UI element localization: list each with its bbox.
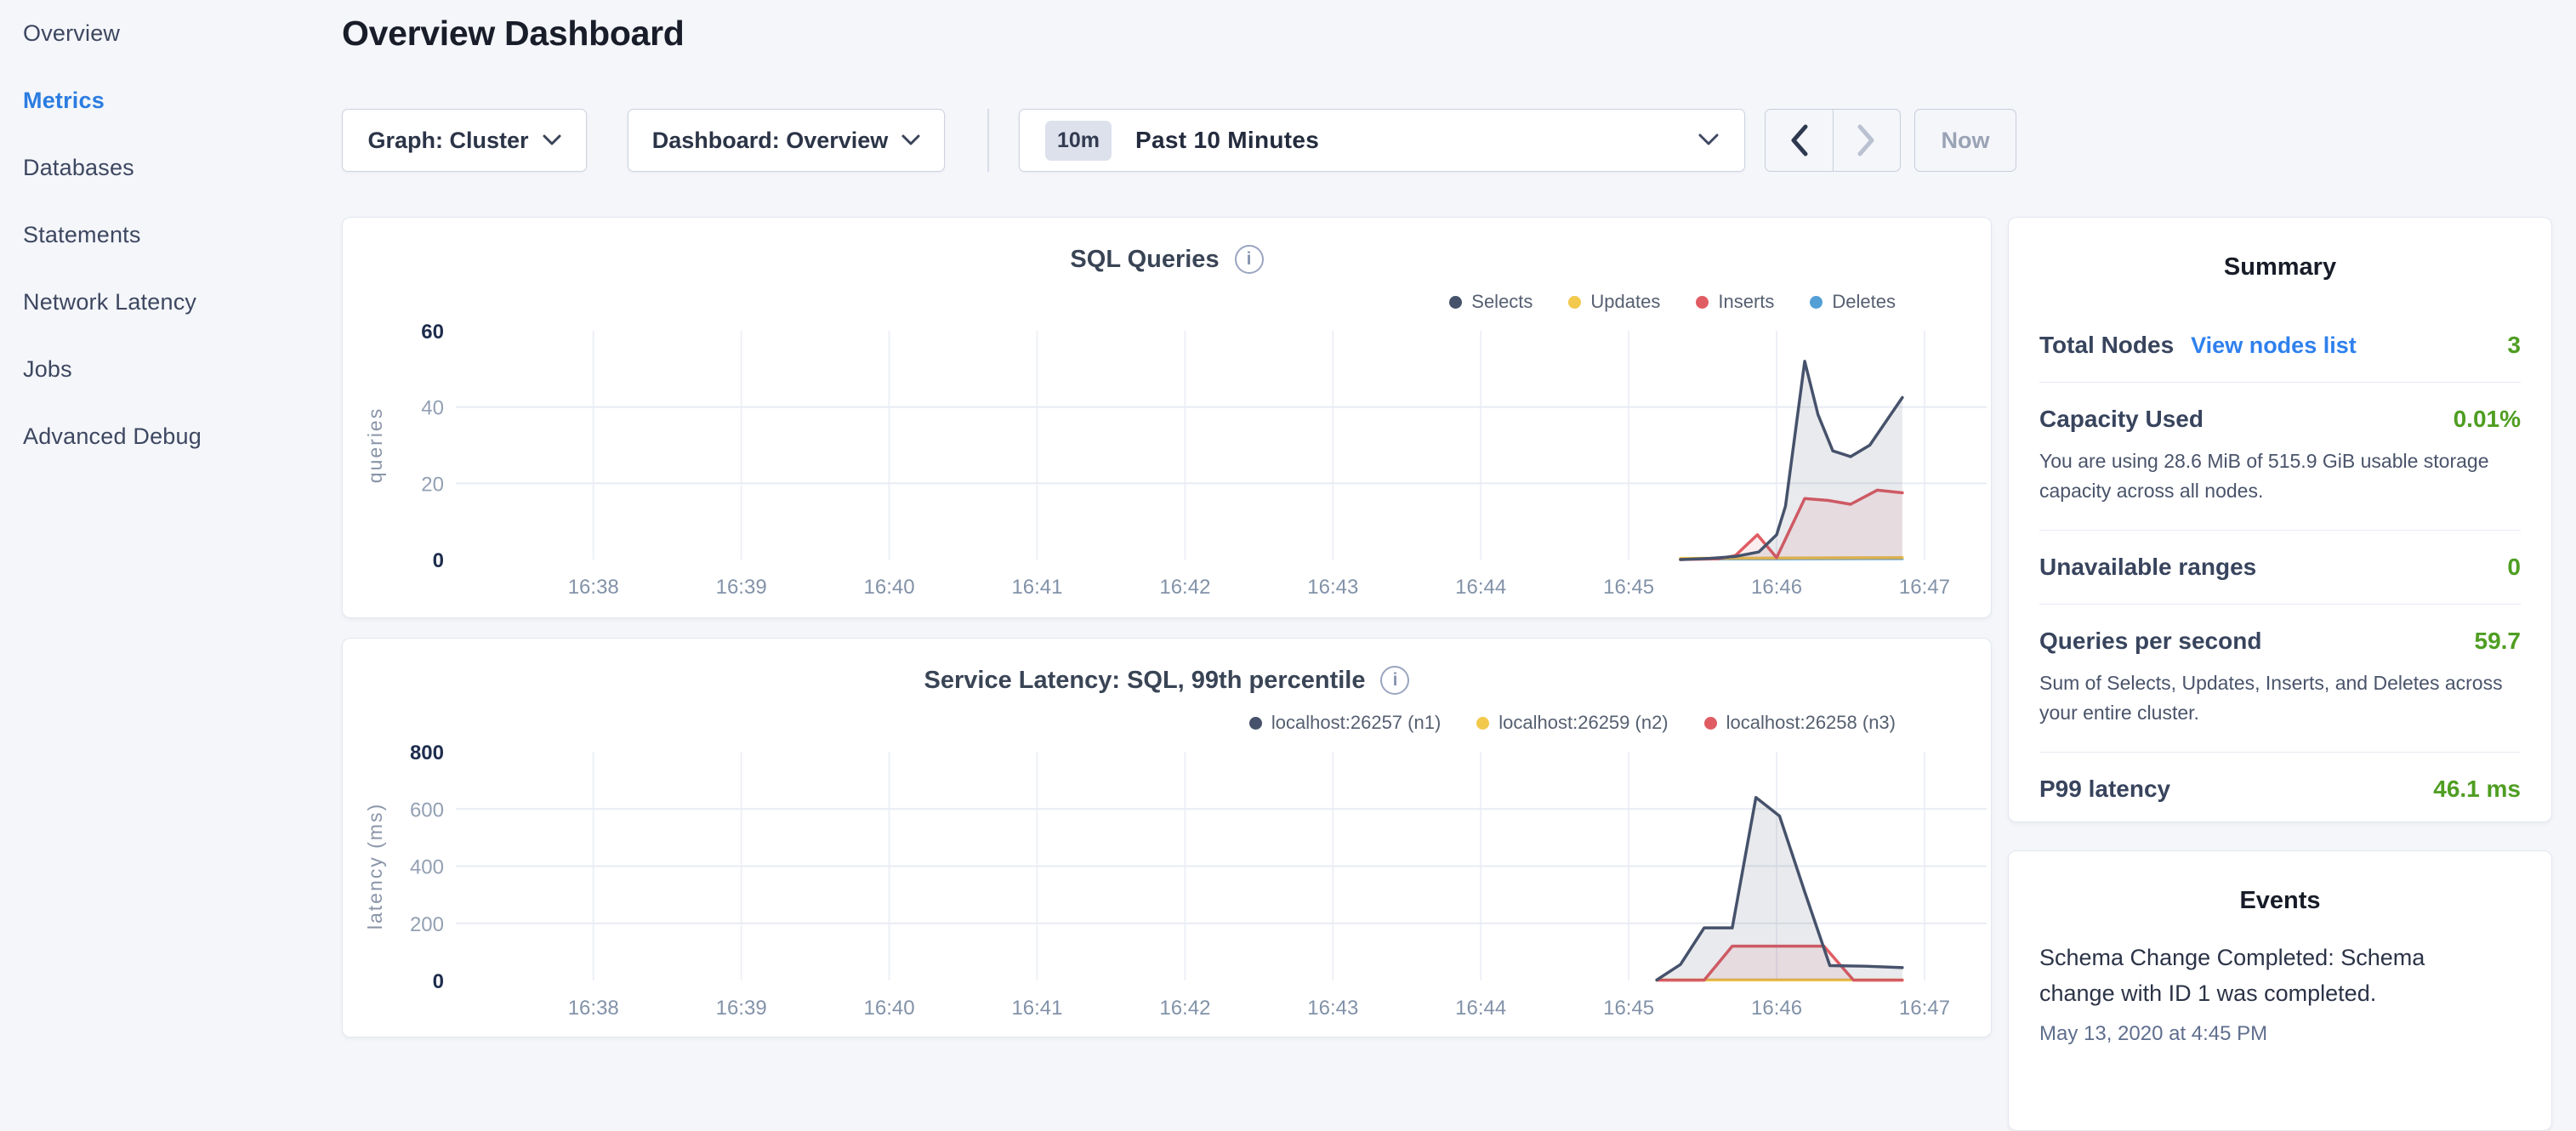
sidebar-item-overview[interactable]: Overview (0, 0, 337, 67)
view-nodes-link[interactable]: View nodes list (2191, 332, 2357, 359)
svg-text:16:44: 16:44 (1455, 997, 1506, 1020)
summary-row: Queries per second 59.7 Sum of Selects, Up… (2039, 605, 2521, 753)
summary-row-value: 0.01% (2454, 406, 2521, 433)
summary-row-label: Unavailable ranges (2039, 554, 2256, 581)
svg-text:200: 200 (410, 913, 444, 936)
svg-text:16:40: 16:40 (864, 997, 915, 1020)
dashboard-dropdown-label: Dashboard: Overview (652, 128, 889, 154)
svg-text:16:47: 16:47 (1899, 576, 1950, 599)
chevron-down-icon (901, 134, 920, 146)
svg-text:16:45: 16:45 (1603, 576, 1654, 599)
svg-text:16:46: 16:46 (1751, 997, 1802, 1020)
chevron-right-icon (1856, 123, 1878, 157)
time-range-label: Past 10 Minutes (1135, 127, 1319, 154)
svg-text:queries: queries (364, 407, 386, 483)
sidebar-item-metrics[interactable]: Metrics (0, 67, 337, 134)
events-card: Events Schema Change Completed: Schema c… (2008, 850, 2552, 1131)
svg-text:16:42: 16:42 (1159, 997, 1210, 1020)
next-time-button[interactable] (1833, 110, 1901, 171)
prev-time-button[interactable] (1766, 110, 1833, 171)
sidebar-item-advanced-debug[interactable]: Advanced Debug (0, 403, 337, 470)
sidebar-item-jobs[interactable]: Jobs (0, 336, 337, 403)
now-button[interactable]: Now (1914, 109, 2016, 172)
sidebar-item-network-latency[interactable]: Network Latency (0, 269, 337, 336)
svg-text:16:41: 16:41 (1011, 997, 1062, 1020)
svg-text:16:40: 16:40 (864, 576, 915, 599)
chevron-left-icon (1788, 123, 1810, 157)
sidebar-nav: OverviewMetricsDatabasesStatementsNetwor… (0, 0, 337, 470)
svg-text:800: 800 (410, 742, 444, 764)
summary-rows: Total Nodes View nodes list 3 Capacity Used… (2039, 309, 2521, 826)
summary-row: Unavailable ranges 0 (2039, 531, 2521, 605)
chart-plot-area[interactable]: 16:38 16:39 16:40 16:41 16:42 16:43 16:44 16:45… (343, 639, 1993, 1038)
sidebar-item-statements[interactable]: Statements (0, 202, 337, 269)
svg-text:16:38: 16:38 (568, 997, 619, 1020)
svg-text:60: 60 (421, 321, 444, 344)
chevron-down-icon (543, 134, 561, 146)
svg-text:16:45: 16:45 (1603, 997, 1654, 1020)
summary-row-description: Sum of Selects, Updates, Inserts, and De… (2039, 668, 2521, 727)
sidebar-item-databases[interactable]: Databases (0, 134, 337, 202)
summary-row-value: 46.1 ms (2433, 776, 2521, 803)
summary-row-description: You are using 28.6 MiB of 515.9 GiB usab… (2039, 446, 2521, 505)
time-step-buttons (1765, 109, 1901, 172)
time-range-badge: 10m (1045, 121, 1112, 161)
summary-row: Capacity Used 0.01% You are using 28.6 MiB… (2039, 383, 2521, 531)
chart-plot-area[interactable]: 16:38 16:39 16:40 16:41 16:42 16:43 16:44 16:45… (343, 218, 1993, 619)
svg-text:16:47: 16:47 (1899, 997, 1950, 1020)
summary-row-value: 0 (2507, 554, 2521, 581)
sidebar: OverviewMetricsDatabasesStatementsNetwor… (0, 0, 337, 1051)
chevron-down-icon (1698, 134, 1719, 147)
summary-row-label: Queries per second (2039, 628, 2261, 655)
svg-text:16:39: 16:39 (716, 997, 767, 1020)
chart-card-sql-queries: SQL Queries i SelectsUpdatesInsertsDelet… (342, 217, 1992, 618)
svg-text:40: 40 (421, 397, 444, 420)
graph-dropdown-label: Graph: Cluster (367, 128, 528, 154)
summary-row-value: 3 (2507, 332, 2521, 359)
svg-text:16:38: 16:38 (568, 576, 619, 599)
svg-text:16:41: 16:41 (1011, 576, 1062, 599)
graph-dropdown[interactable]: Graph: Cluster (342, 109, 587, 172)
page-title: Overview Dashboard (342, 14, 684, 54)
svg-text:16:44: 16:44 (1455, 576, 1506, 599)
svg-text:16:43: 16:43 (1307, 576, 1358, 599)
chart-card-service-latency: Service Latency: SQL, 99th percentile i … (342, 638, 1992, 1037)
summary-card: Summary Total Nodes View nodes list 3 Capac… (2008, 217, 2552, 822)
svg-text:20: 20 (421, 473, 444, 496)
svg-text:16:43: 16:43 (1307, 997, 1358, 1020)
svg-text:16:42: 16:42 (1159, 576, 1210, 599)
svg-text:400: 400 (410, 856, 444, 879)
summary-row-label: P99 latency (2039, 776, 2170, 803)
event-item: Schema Change Completed: Schema change w… (2039, 941, 2521, 1046)
events-title: Events (2009, 887, 2551, 915)
summary-title: Summary (2009, 253, 2551, 281)
svg-text:600: 600 (410, 799, 444, 821)
svg-text:latency (ms): latency (ms) (364, 803, 386, 929)
summary-row: P99 latency 46.1 ms (2039, 753, 2521, 826)
event-timestamp: May 13, 2020 at 4:45 PM (2039, 1022, 2521, 1046)
controls-divider (987, 109, 989, 172)
dashboard-dropdown[interactable]: Dashboard: Overview (628, 109, 945, 172)
summary-row-value: 59.7 (2475, 628, 2522, 655)
event-text: Schema Change Completed: Schema change w… (2039, 941, 2439, 1012)
svg-text:16:39: 16:39 (716, 576, 767, 599)
summary-row-label: Capacity Used (2039, 406, 2204, 433)
svg-text:0: 0 (433, 970, 444, 993)
svg-text:0: 0 (433, 549, 444, 572)
time-window-select[interactable]: 10m Past 10 Minutes (1019, 109, 1745, 172)
summary-row-label: Total Nodes (2039, 332, 2174, 359)
events-list: Schema Change Completed: Schema change w… (2009, 941, 2551, 1046)
svg-text:16:46: 16:46 (1751, 576, 1802, 599)
summary-row: Total Nodes View nodes list 3 (2039, 309, 2521, 383)
